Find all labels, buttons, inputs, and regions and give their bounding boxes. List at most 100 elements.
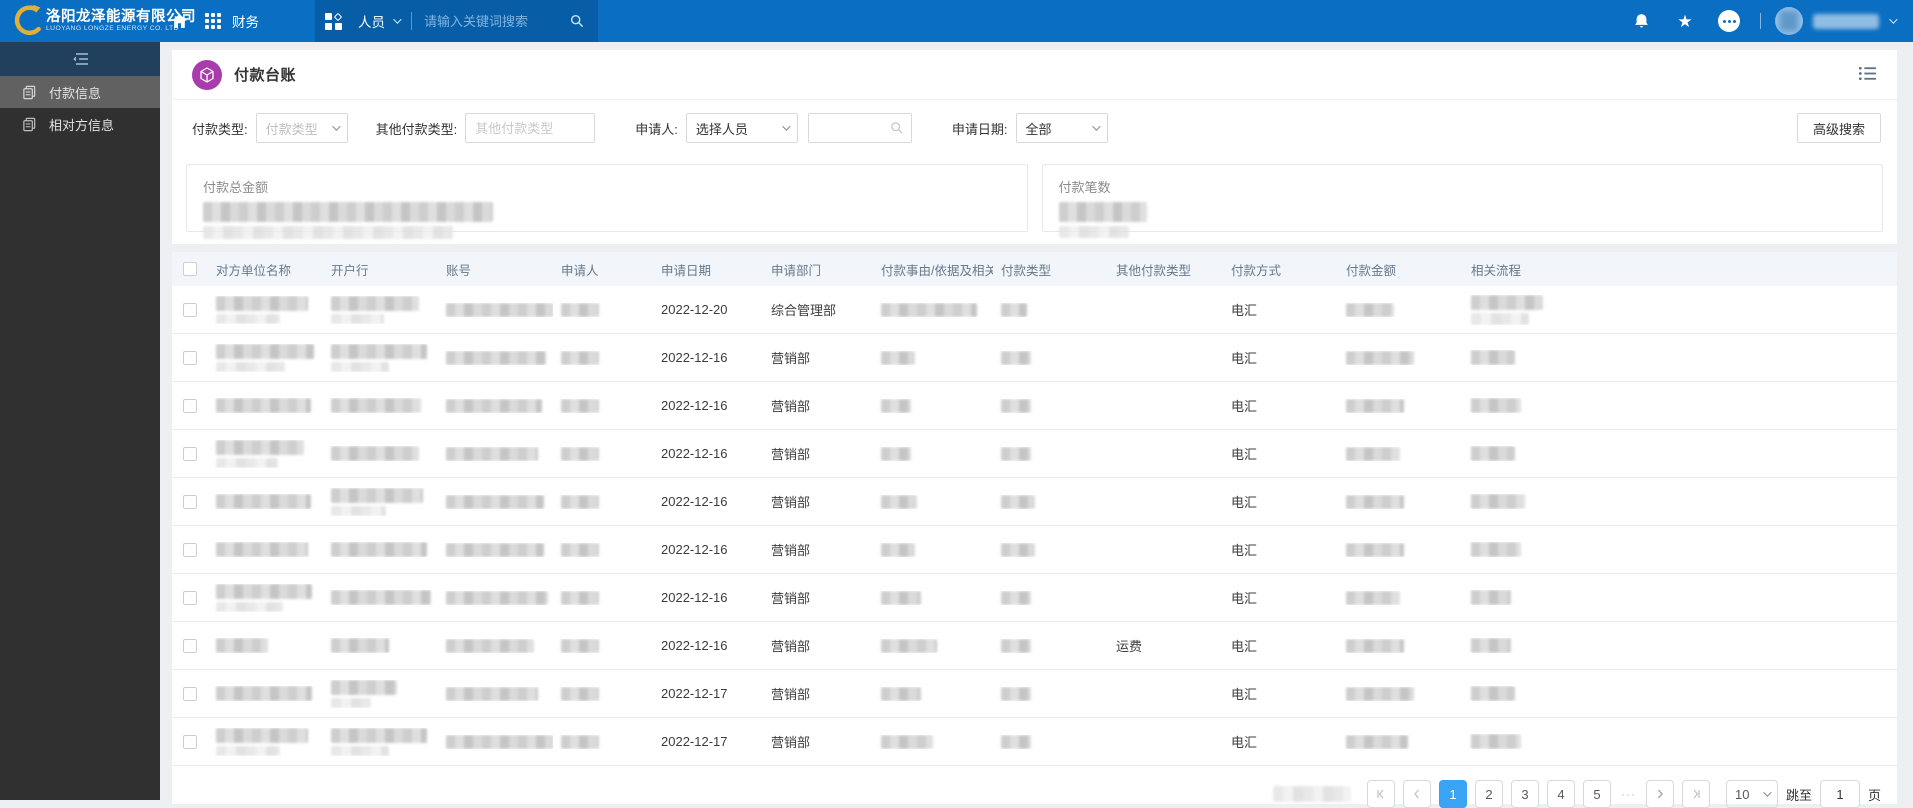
page-size-select[interactable]: 10 (1725, 780, 1778, 808)
page-number-button[interactable]: 5 (1582, 780, 1611, 808)
row-checkbox[interactable] (183, 494, 197, 509)
table-row[interactable]: 2022-12-16 营销部 电汇 (172, 526, 1897, 574)
chevron-down-icon[interactable] (393, 15, 402, 24)
table-row[interactable]: 2022-12-17 营销部 电汇 (172, 670, 1897, 718)
first-page-button[interactable] (1366, 780, 1395, 808)
table-row[interactable]: 2022-12-16 营销部 电汇 (172, 574, 1897, 622)
redacted-text (1346, 590, 1400, 605)
list-view-icon[interactable] (1858, 64, 1877, 83)
column-header: 申请日期 (661, 263, 712, 278)
cell-payment-reason (873, 734, 993, 749)
redacted-payment-count (1058, 202, 1147, 222)
table-row[interactable]: 2022-12-17 营销部 电汇 (172, 718, 1897, 766)
select-all-checkbox[interactable] (183, 262, 197, 276)
global-search-input[interactable] (424, 13, 562, 29)
payment-type-select[interactable]: 付款类型 (255, 113, 348, 143)
cell-department: 营销部 (771, 495, 811, 510)
row-checkbox[interactable] (183, 590, 197, 605)
next-page-button[interactable] (1645, 780, 1674, 808)
org-selector[interactable]: 人员 (358, 11, 385, 31)
table-row[interactable]: 2022-12-16 营销部 电汇 (172, 430, 1897, 478)
username-redacted (1813, 13, 1879, 29)
row-checkbox[interactable] (183, 734, 197, 749)
redacted-text (331, 361, 389, 372)
cell-counterparty-name (208, 542, 323, 557)
redacted-text (881, 590, 921, 605)
payment-type-placeholder: 付款类型 (265, 121, 318, 137)
redacted-text (881, 302, 977, 317)
favorite-star-icon[interactable]: ★ (1668, 0, 1702, 42)
page-number-button[interactable]: 4 (1546, 780, 1575, 808)
cell-bank (323, 446, 438, 461)
table-row[interactable]: 2022-12-16 营销部 运费 电汇 (172, 622, 1897, 670)
column-header: 对方单位名称 (216, 263, 292, 278)
row-checkbox[interactable] (183, 638, 197, 653)
cell-counterparty-name (208, 494, 323, 509)
row-checkbox[interactable] (183, 350, 197, 365)
table-row[interactable]: 2022-12-16 营销部 电汇 (172, 382, 1897, 430)
user-menu-chevron-icon[interactable] (1889, 15, 1898, 24)
cell-payment-type (993, 542, 1108, 557)
cell-payment-method: 电汇 (1231, 399, 1258, 414)
advanced-search-button[interactable]: 高级搜索 (1796, 113, 1881, 143)
other-type-label: 其他付款类型: (375, 121, 458, 137)
row-checkbox[interactable] (183, 302, 197, 317)
table-row[interactable]: 2022-12-16 营销部 电汇 (172, 478, 1897, 526)
row-checkbox[interactable] (183, 542, 197, 557)
redacted-text (331, 638, 389, 653)
page-number-button[interactable]: 3 (1510, 780, 1539, 808)
cell-payment-reason (873, 350, 993, 365)
sidebar-header (0, 42, 160, 76)
cell-payment-method: 电汇 (1231, 303, 1258, 318)
nav-search-section: 人员 (315, 0, 598, 42)
search-icon[interactable] (570, 14, 584, 28)
nav-app-finance[interactable]: 财务 (232, 11, 259, 31)
applicant-select[interactable]: 选择人员 (685, 113, 798, 143)
search-icon[interactable] (890, 121, 904, 135)
page-size-value: 10 (1734, 786, 1750, 802)
page-number-button[interactable]: 1 (1438, 780, 1467, 808)
cell-account-number (438, 446, 553, 461)
last-page-button[interactable] (1681, 780, 1710, 808)
notification-bell-icon[interactable] (1624, 0, 1658, 42)
cell-apply-date: 2022-12-16 (661, 494, 728, 509)
row-checkbox[interactable] (183, 686, 197, 701)
cell-counterparty-name (208, 638, 323, 653)
cell-applicant (553, 734, 653, 749)
cell-department: 营销部 (771, 687, 811, 702)
cell-other-payment-type: 运费 (1116, 639, 1143, 654)
page-number-button[interactable]: 2 (1474, 780, 1503, 808)
row-checkbox[interactable] (183, 398, 197, 413)
table-row[interactable]: 2022-12-16 营销部 电汇 (172, 334, 1897, 382)
user-avatar[interactable] (1775, 7, 1803, 35)
more-options-icon[interactable] (1712, 0, 1746, 42)
redacted-text (446, 542, 544, 557)
app-switcher-icon[interactable] (325, 12, 343, 30)
menu-fold-icon[interactable] (71, 50, 89, 68)
apps-grid-icon[interactable] (196, 0, 230, 42)
jump-page-input[interactable] (1819, 780, 1860, 808)
payment-count-label: 付款笔数 (1058, 180, 1111, 195)
other-type-input[interactable] (465, 113, 596, 143)
cell-payment-amount (1338, 590, 1463, 605)
sidebar-item-payment-info[interactable]: 付款信息 (0, 76, 160, 108)
home-icon[interactable] (162, 0, 196, 42)
prev-page-button[interactable] (1402, 780, 1431, 808)
redacted-text (1471, 398, 1521, 413)
table-row[interactable]: 2022-12-20 综合管理部 电汇 (172, 286, 1897, 334)
cell-payment-type (993, 302, 1108, 317)
cell-payment-reason (873, 494, 993, 509)
date-select[interactable]: 全部 (1015, 113, 1108, 143)
redacted-text (1058, 226, 1129, 238)
redacted-text (561, 638, 599, 653)
cell-account-number (438, 302, 553, 317)
pagination-ellipsis[interactable]: ··· (1619, 787, 1638, 801)
row-checkbox[interactable] (183, 446, 197, 461)
sidebar-item-counterparty-info[interactable]: 相对方信息 (0, 108, 160, 140)
cell-payment-amount (1338, 398, 1463, 413)
cell-payment-method: 电汇 (1231, 495, 1258, 510)
cell-counterparty-name (208, 686, 323, 701)
redacted-text (446, 302, 553, 317)
redacted-text (216, 439, 304, 455)
redacted-text (216, 686, 312, 701)
